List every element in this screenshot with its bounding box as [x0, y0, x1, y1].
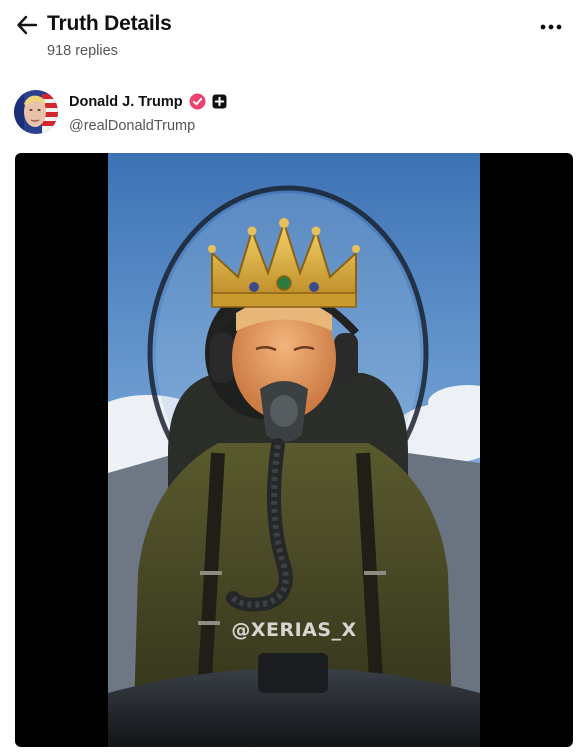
- avatar-image: [14, 90, 58, 134]
- media-image: [108, 153, 480, 747]
- post-media-video[interactable]: @XERIAS_X: [15, 153, 573, 747]
- verified-badge-icon: [189, 93, 206, 110]
- page-header: Truth Details 918 replies: [0, 0, 588, 72]
- author-name-row: Donald J. Trump: [69, 93, 227, 110]
- page-title: Truth Details: [47, 12, 172, 35]
- plus-square-icon: [212, 94, 227, 109]
- back-button[interactable]: [14, 12, 40, 38]
- author-handle[interactable]: @realDonaldTrump: [69, 118, 195, 134]
- more-options-button[interactable]: [536, 16, 566, 38]
- post-author: Donald J. Trump @realDonaldTrump: [0, 84, 588, 140]
- reply-count: 918 replies: [47, 43, 118, 59]
- more-horizontal-icon: [540, 24, 562, 30]
- arrow-left-icon: [17, 15, 38, 35]
- media-watermark: @XERIAS_X: [231, 619, 357, 641]
- avatar[interactable]: [14, 90, 58, 134]
- author-name[interactable]: Donald J. Trump: [69, 94, 183, 110]
